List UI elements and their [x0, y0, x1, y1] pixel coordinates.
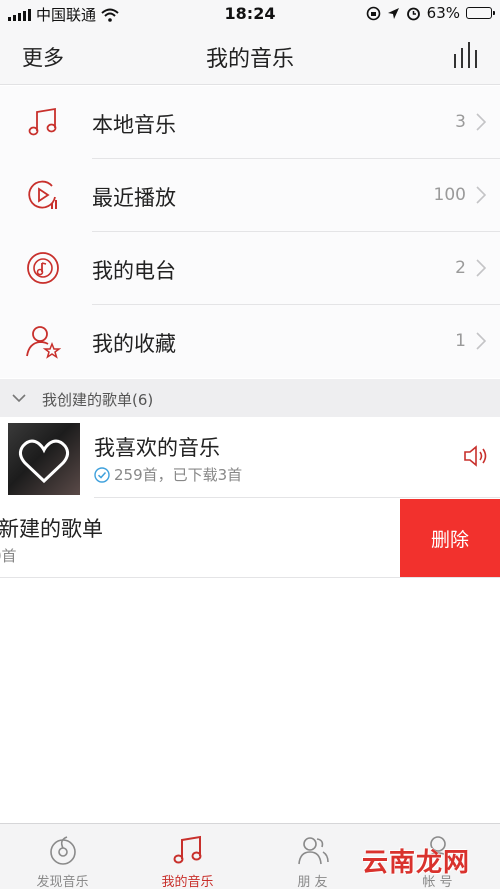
- playlist-item-liked-music[interactable]: 我喜欢的音乐 259首，已下载3首: [0, 418, 500, 498]
- battery-percent: 63%: [426, 4, 460, 22]
- playlist-meta: 259首，已下载3首: [94, 464, 242, 485]
- chevron-right-icon: [476, 332, 486, 350]
- menu-item-label: 我的电台: [92, 259, 176, 283]
- created-playlists-header[interactable]: 我创建的歌单(6): [0, 379, 500, 417]
- radio-icon: [27, 252, 59, 284]
- tab-friends[interactable]: 朋 友: [250, 824, 375, 889]
- discover-music-icon: [49, 836, 76, 865]
- recent-play-icon: [28, 180, 57, 209]
- nav-bar: 更多 我的音乐: [0, 28, 500, 85]
- status-bar: 中国联通 18:24 63%: [0, 0, 500, 28]
- tab-label: 朋 友: [297, 875, 328, 889]
- chevron-right-icon: [476, 259, 486, 277]
- menu-item-my-radio[interactable]: 我的电台 2: [0, 232, 500, 305]
- equalizer-bars-icon[interactable]: [452, 40, 482, 70]
- user-star-icon: [26, 326, 61, 359]
- downloaded-check-icon: [94, 466, 110, 483]
- playlist-sub-label: 259首，已下载3首: [114, 466, 243, 484]
- menu-item-count: 1: [455, 331, 466, 351]
- tab-label: 发现音乐: [36, 875, 89, 889]
- playlist-name: 我喜欢的音乐: [94, 436, 220, 460]
- menu-item-recent-play[interactable]: 最近播放 100: [0, 159, 500, 232]
- my-music-icon: [173, 835, 201, 864]
- divider: [94, 497, 500, 498]
- my-music-menu: 本地音乐 3 最近播放 100 我的电台 2 我的收藏 1: [0, 86, 500, 378]
- menu-item-label: 本地音乐: [92, 113, 176, 137]
- playlist-cover: [8, 423, 80, 495]
- delete-button[interactable]: 删除: [400, 499, 500, 577]
- battery-icon: [466, 7, 495, 19]
- rotation-lock-icon: [366, 6, 380, 20]
- speaker-icon[interactable]: [462, 443, 488, 469]
- page-title: 我的音乐: [205, 47, 294, 72]
- playlist-name: 新建的歌单: [0, 517, 103, 541]
- section-title: 我创建的歌单(6): [42, 391, 154, 409]
- friends-icon: [297, 837, 329, 865]
- heart-icon: [18, 439, 70, 484]
- menu-item-label: 最近播放: [92, 186, 176, 210]
- alarm-icon: [406, 7, 420, 20]
- menu-item-count: 100: [433, 185, 466, 205]
- tab-discover[interactable]: 发现音乐: [0, 824, 125, 889]
- menu-item-local-music[interactable]: 本地音乐 3: [0, 86, 500, 159]
- watermark: 云南龙网: [362, 848, 471, 878]
- chevron-right-icon: [476, 186, 486, 204]
- menu-item-count: 2: [455, 258, 466, 278]
- tab-label: 我的音乐: [161, 875, 214, 889]
- chevron-right-icon: [476, 113, 486, 131]
- location-icon: [387, 7, 399, 19]
- menu-item-my-favorites[interactable]: 我的收藏 1: [0, 305, 500, 378]
- menu-item-label: 我的收藏: [92, 332, 176, 356]
- tab-my-music[interactable]: 我的音乐: [125, 824, 250, 889]
- playlist-sub-label: 0首: [0, 547, 17, 565]
- chevron-down-icon: [12, 394, 26, 403]
- music-note-icon: [28, 107, 57, 136]
- menu-item-count: 3: [455, 112, 466, 132]
- playlist-item-new[interactable]: 新建的歌单 0首 删除: [0, 499, 500, 578]
